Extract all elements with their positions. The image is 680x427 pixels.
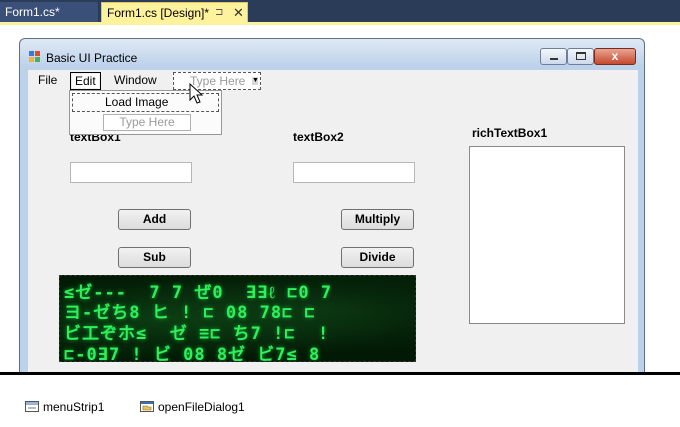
form-app-icon [29,51,41,63]
close-icon: x [611,49,619,63]
label-richtextbox1: richTextBox1 [472,126,548,140]
label-textbox2: textBox2 [293,130,344,144]
richtextbox1[interactable] [469,146,625,324]
mouse-cursor-icon [189,83,204,104]
tab-label: Form1.cs* [5,5,60,19]
textbox1-input[interactable] [70,162,192,183]
open-file-dialog-icon [140,401,154,412]
sub-button[interactable]: Sub [118,247,191,268]
menu-file[interactable]: File [34,72,61,90]
pin-icon[interactable]: ⊐ [215,3,223,23]
close-icon[interactable]: ✕ [233,3,244,23]
maximize-button[interactable] [567,48,594,65]
add-button[interactable]: Add [118,209,191,230]
divide-button[interactable]: Divide [341,247,414,268]
tray-item-label: menuStrip1 [43,400,105,414]
matrix-glyph-row: ⊏-0∃7 ! ビ 08 8ゼ ビ7≤ 8 [64,345,321,362]
tray-item-menustrip1[interactable]: menuStrip1 [25,399,104,415]
minimize-icon [550,58,558,60]
dropdown-arrow-icon[interactable]: ▼ [252,77,259,85]
tab-label: Form1.cs [Design]* [107,6,210,20]
tray-item-label: openFileDialog1 [158,400,245,414]
tab-form1-cs[interactable]: Form1.cs* [0,2,98,24]
menu-strip: File Edit Window Type Here ▼ [28,70,638,92]
form-title: Basic UI Practice [46,51,138,65]
tab-form1-design[interactable]: Form1.cs [Design]* ⊐ ✕ [101,2,248,24]
component-tray: menuStrip1 openFileDialog1 [0,375,680,427]
minimize-button[interactable] [540,48,567,65]
maximize-icon [576,52,586,60]
form-client-area[interactable]: File Edit Window Type Here ▼ Load Image … [28,70,638,375]
tray-item-openfiledialog1[interactable]: openFileDialog1 [140,399,245,415]
menu-type-here[interactable]: Type Here ▼ [173,72,261,90]
form-close-button[interactable]: x [594,48,636,65]
dropdown-type-here[interactable]: Type Here [103,114,191,131]
menu-edit[interactable]: Edit [70,72,101,90]
menu-window[interactable]: Window [110,72,161,90]
multiply-button[interactable]: Multiply [341,209,414,230]
picture-box-image[interactable]: ≤ゼ--- 7 7 ぜ0 ∃∃ℓ ⊏0 7 ヨ-ゼち8 ヒ ! ⊏ 08 78⊏… [59,275,416,362]
document-tab-strip: Form1.cs* Form1.cs [Design]* ⊐ ✕ [0,0,680,24]
dropdown-placeholder-text: Type Here [119,115,175,129]
form-window[interactable]: Basic UI Practice x File Edit Window Typ… [19,38,645,375]
menustrip-icon [25,401,39,412]
textbox2-input[interactable] [293,162,415,183]
